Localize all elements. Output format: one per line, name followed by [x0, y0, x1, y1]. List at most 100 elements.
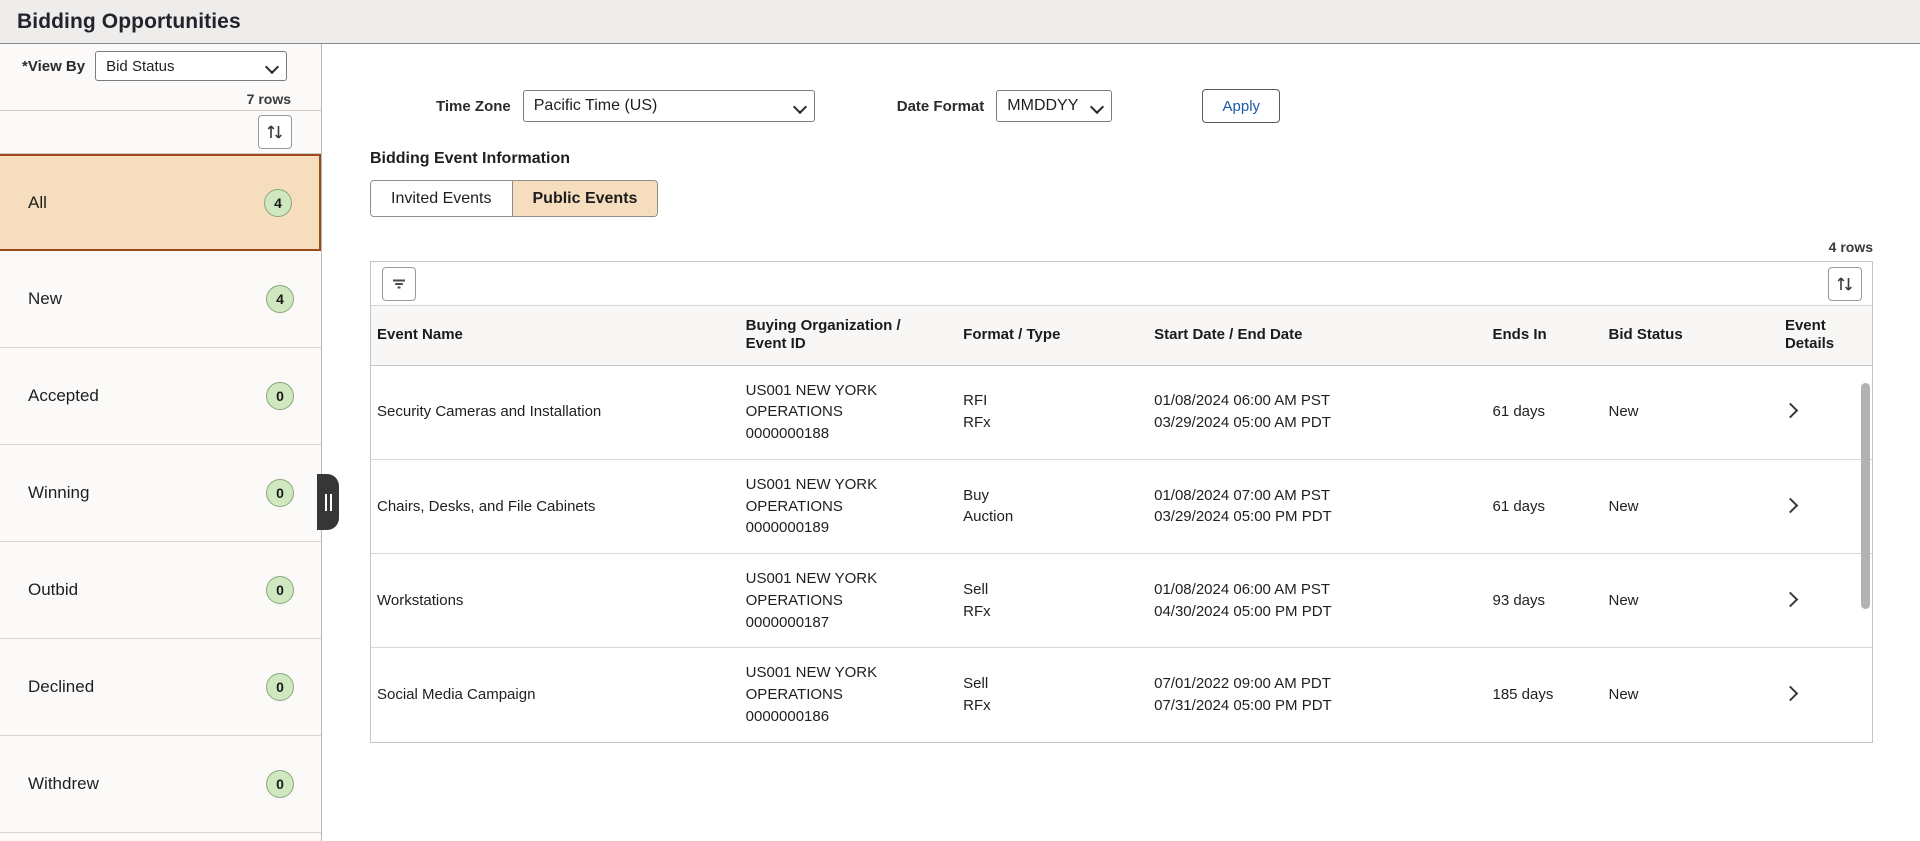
tab-public-events[interactable]: Public Events [512, 181, 658, 216]
start-date: 07/01/2022 09:00 AM PDT [1154, 675, 1331, 693]
cell-ends-in: 61 days [1492, 365, 1609, 460]
cell-event-details[interactable] [1782, 365, 1872, 460]
view-by-label: *View By [22, 57, 86, 75]
cell-event-details[interactable] [1782, 648, 1872, 742]
events-table: Event Name Buying Organization / Event I… [371, 306, 1872, 742]
sidebar-item-label: New [28, 289, 63, 308]
table-row[interactable]: Workstations US001 NEW YORK OPERATIONS 0… [371, 553, 1872, 649]
apply-button[interactable]: Apply [1202, 89, 1281, 123]
event-id: 0000000187 [745, 613, 830, 631]
time-zone-label: Time Zone [436, 97, 511, 115]
sidebar-toolbar [0, 110, 321, 154]
column-header-format-type[interactable]: Format / Type [963, 306, 1155, 366]
sidebar-collapse-handle[interactable] [317, 474, 339, 530]
page-header: Bidding Opportunities [0, 0, 1920, 44]
cell-ends-in: 93 days [1492, 553, 1609, 649]
cell-format-type: Sell RFx [963, 553, 1155, 649]
grid-filter-button[interactable] [382, 266, 416, 301]
cell-buying-organization: US001 NEW YORK OPERATIONS 0000000189 [745, 459, 964, 555]
table-row[interactable]: Chairs, Desks, and File Cabinets US001 N… [371, 459, 1872, 555]
grid-toolbar [371, 262, 1872, 306]
grip-icon [324, 493, 332, 511]
status-badge: 4 [266, 285, 294, 313]
status-badge: 0 [266, 770, 294, 798]
cell-event-details[interactable] [1782, 553, 1872, 649]
filters-toolbar: Time Zone Pacific Time (US) Date Format … [323, 45, 1920, 123]
table-body: Security Cameras and Installation US001 … [371, 365, 1872, 742]
column-header-bid-status[interactable]: Bid Status [1608, 306, 1785, 366]
end-date: 03/29/2024 05:00 PM PDT [1154, 508, 1332, 526]
sidebar-item-winning[interactable]: Winning 0 [0, 445, 321, 542]
sidebar-item-accepted[interactable]: Accepted 0 [0, 348, 321, 445]
sidebar-item-label: Accepted [28, 386, 99, 405]
date-format-selected-value: MMDDYY [1007, 97, 1079, 114]
table-row[interactable]: Security Cameras and Installation US001 … [371, 365, 1872, 460]
format-value: RFI [963, 392, 988, 410]
view-by-select[interactable]: Bid Status [95, 51, 288, 81]
cell-bid-status: New [1608, 459, 1785, 555]
start-date: 01/08/2024 06:00 AM PST [1154, 580, 1331, 598]
bid-status-list: All 4 New 4 Accepted 0 Winning 0 Outbid … [0, 154, 321, 833]
chevron-right-icon[interactable] [1782, 403, 1799, 419]
column-header-buying-organization[interactable]: Buying Organization / Event ID [745, 306, 964, 366]
status-badge: 4 [264, 188, 292, 217]
sort-icon [267, 125, 282, 139]
table-row[interactable]: Social Media Campaign US001 NEW YORK OPE… [371, 648, 1872, 742]
cell-event-name: Social Media Campaign [377, 686, 536, 704]
cell-event-details[interactable] [1782, 459, 1872, 555]
type-value: RFx [963, 696, 991, 714]
grid-sort-button[interactable] [1828, 266, 1862, 301]
sidebar-item-new[interactable]: New 4 [0, 251, 321, 348]
type-value: RFx [963, 602, 991, 620]
chevron-right-icon[interactable] [1782, 591, 1799, 608]
org-line2: OPERATIONS [745, 497, 843, 515]
cell-event-name: Workstations [371, 553, 746, 649]
cell-format-type: Buy Auction [963, 459, 1155, 555]
format-value: Sell [963, 675, 989, 693]
column-header-ends-in[interactable]: Ends In [1492, 306, 1609, 366]
chevron-right-icon[interactable] [1782, 497, 1799, 513]
time-zone-selected-value: Pacific Time (US) [533, 97, 658, 114]
sidebar-sort-button[interactable] [258, 115, 292, 149]
end-date: 04/30/2024 05:00 PM PDT [1154, 602, 1332, 620]
grid-vertical-scrollbar[interactable] [1861, 383, 1870, 609]
cell-bid-status: New [1608, 365, 1785, 460]
filter-icon [393, 279, 405, 288]
sidebar-item-withdrew[interactable]: Withdrew 0 [0, 736, 321, 833]
sidebar: *View By Bid Status 7 rows All 4 New 4 A… [0, 44, 322, 841]
column-header-start-end-date[interactable]: Start Date / End Date [1154, 306, 1493, 366]
table-header-row: Event Name Buying Organization / Event I… [371, 306, 1872, 366]
view-by-row: *View By Bid Status [0, 44, 321, 88]
column-header-line1: Event [1784, 317, 1826, 334]
sidebar-item-outbid[interactable]: Outbid 0 [0, 542, 321, 639]
sidebar-rows-count: 7 rows [246, 91, 291, 107]
section-title: Bidding Event Information [370, 150, 570, 167]
org-line1: US001 NEW YORK [745, 381, 878, 399]
cell-start-end-date: 01/08/2024 06:00 AM PST 04/30/2024 05:00… [1154, 553, 1493, 649]
format-value: Sell [963, 580, 989, 598]
date-format-select[interactable]: MMDDYY [996, 90, 1113, 122]
sidebar-item-declined[interactable]: Declined 0 [0, 639, 321, 736]
time-zone-select[interactable]: Pacific Time (US) [522, 90, 815, 122]
column-header-event-details: Event Details [1784, 306, 1872, 366]
events-grid: Event Name Buying Organization / Event I… [370, 261, 1873, 743]
sidebar-item-all[interactable]: All 4 [0, 154, 321, 251]
status-badge: 0 [266, 382, 294, 410]
status-badge: 0 [266, 576, 294, 604]
column-header-event-name[interactable]: Event Name [371, 306, 746, 366]
column-header-line1: Buying Organization / [745, 317, 901, 334]
event-id: 0000000189 [745, 519, 830, 537]
cell-bid-status: New [1608, 686, 1639, 704]
cell-buying-organization: US001 NEW YORK OPERATIONS 0000000187 [745, 553, 964, 649]
org-line2: OPERATIONS [745, 403, 843, 421]
event-type-tabs: Invited Events Public Events [370, 180, 659, 217]
tab-invited-events[interactable]: Invited Events [371, 181, 513, 216]
cell-bid-status: New [1608, 553, 1785, 649]
chevron-down-icon [1090, 99, 1105, 115]
chevron-right-icon[interactable] [1782, 685, 1799, 702]
sort-icon [1837, 276, 1852, 291]
cell-ends-in: 185 days [1492, 686, 1554, 704]
cell-start-end-date: 07/01/2022 09:00 AM PDT 07/31/2024 05:00… [1154, 648, 1492, 742]
cell-event-name: Chairs, Desks, and File Cabinets [371, 459, 746, 555]
bidding-opportunities-page: Bidding Opportunities *View By Bid Statu… [0, 0, 1920, 841]
